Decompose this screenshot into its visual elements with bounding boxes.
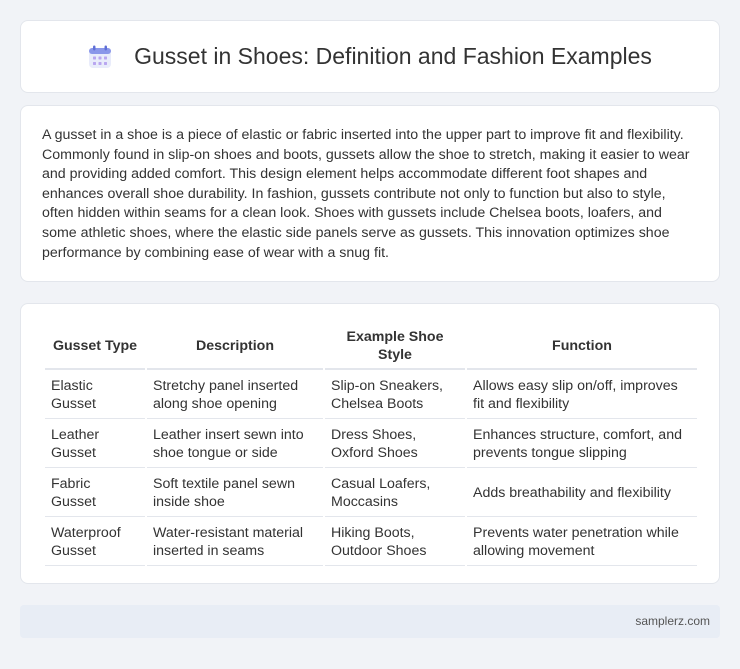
table-cell: Dress Shoes, Oxford Shoes [325,421,465,468]
table-cell: Soft textile panel sewn inside shoe [147,470,323,517]
column-header: Gusset Type [45,324,145,370]
table-cell: Waterproof Gusset [45,519,145,566]
table-cell: Prevents water penetration while allowin… [467,519,697,566]
table-cell: Hiking Boots, Outdoor Shoes [325,519,465,566]
table-row: Elastic Gusset Stretchy panel inserted a… [45,372,697,419]
gusset-table: Gusset Type Description Example Shoe Sty… [43,322,699,568]
table-cell: Elastic Gusset [45,372,145,419]
table-card: Gusset Type Description Example Shoe Sty… [20,303,720,584]
table-cell: Allows easy slip on/off, improves fit an… [467,372,697,419]
table-cell: Water-resistant material inserted in sea… [147,519,323,566]
column-header: Function [467,324,697,370]
table-cell: Adds breathability and flexibility [467,470,697,517]
table-cell: Casual Loafers, Moccasins [325,470,465,517]
table-row: Leather Gusset Leather insert sewn into … [45,421,697,468]
table-cell: Enhances structure, comfort, and prevent… [467,421,697,468]
table-cell: Leather Gusset [45,421,145,468]
calendar-icon [89,45,112,68]
table-row: Fabric Gusset Soft textile panel sewn in… [45,470,697,517]
intro-card: A gusset in a shoe is a piece of elastic… [20,105,720,282]
footer: samplerz.com [20,605,720,638]
table-cell: Fabric Gusset [45,470,145,517]
table-cell: Leather insert sewn into shoe tongue or … [147,421,323,468]
table-row: Waterproof Gusset Water-resistant materi… [45,519,697,566]
column-header: Description [147,324,323,370]
table-cell: Slip-on Sneakers, Chelsea Boots [325,372,465,419]
intro-paragraph: A gusset in a shoe is a piece of elastic… [42,127,690,261]
column-header: Example Shoe Style [325,324,465,370]
footer-site-link[interactable]: samplerz.com [635,614,710,628]
table-header-row: Gusset Type Description Example Shoe Sty… [45,324,697,370]
page-title: Gusset in Shoes: Definition and Fashion … [134,43,652,69]
title-card: Gusset in Shoes: Definition and Fashion … [20,20,720,93]
table-cell: Stretchy panel inserted along shoe openi… [147,372,323,419]
